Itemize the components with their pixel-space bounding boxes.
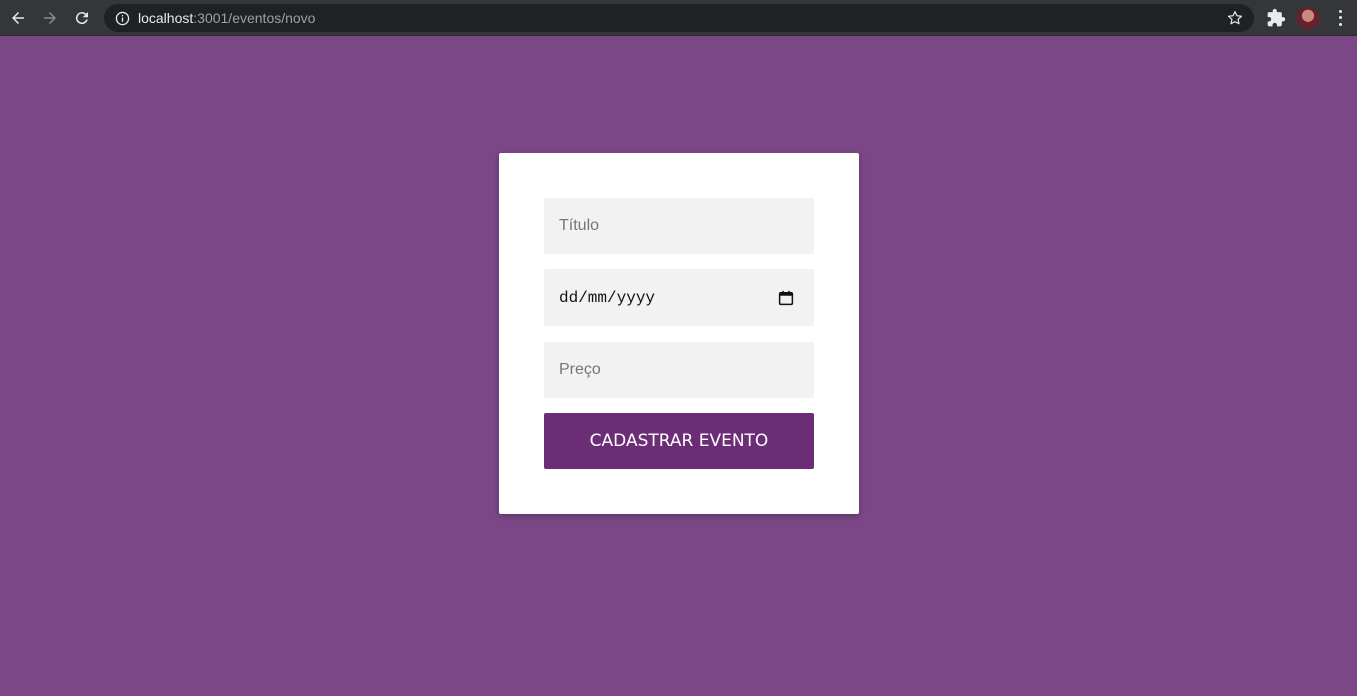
menu-icon[interactable] — [1332, 8, 1348, 28]
info-icon[interactable] — [114, 10, 130, 26]
price-field[interactable] — [544, 342, 814, 398]
title-field[interactable] — [544, 198, 814, 254]
forward-icon — [44, 12, 56, 24]
date-input[interactable]: dd/mm/yyyy — [559, 289, 777, 307]
forward-button[interactable] — [38, 6, 62, 30]
url-path: :3001/eventos/novo — [193, 10, 316, 26]
address-bar[interactable]: localhost:3001/eventos/novo — [104, 4, 1254, 32]
extensions-icon[interactable] — [1266, 8, 1286, 28]
price-input[interactable] — [544, 342, 814, 398]
date-field[interactable]: dd/mm/yyyy — [544, 269, 814, 326]
avatar[interactable] — [1297, 7, 1319, 29]
url-text: localhost:3001/eventos/novo — [138, 10, 315, 26]
star-icon[interactable] — [1226, 9, 1244, 27]
browser-toolbar: localhost:3001/eventos/novo — [0, 0, 1357, 36]
back-button[interactable] — [6, 6, 30, 30]
back-icon — [12, 12, 24, 24]
calendar-icon[interactable] — [777, 289, 795, 307]
reload-icon — [75, 12, 88, 25]
reload-button[interactable] — [70, 6, 94, 30]
title-input[interactable] — [544, 198, 814, 254]
submit-event-button[interactable]: CADASTRAR EVENTO — [544, 413, 814, 469]
event-form-card: dd/mm/yyyy CADASTRAR EVENTO — [499, 153, 859, 514]
url-host: localhost — [138, 10, 194, 26]
